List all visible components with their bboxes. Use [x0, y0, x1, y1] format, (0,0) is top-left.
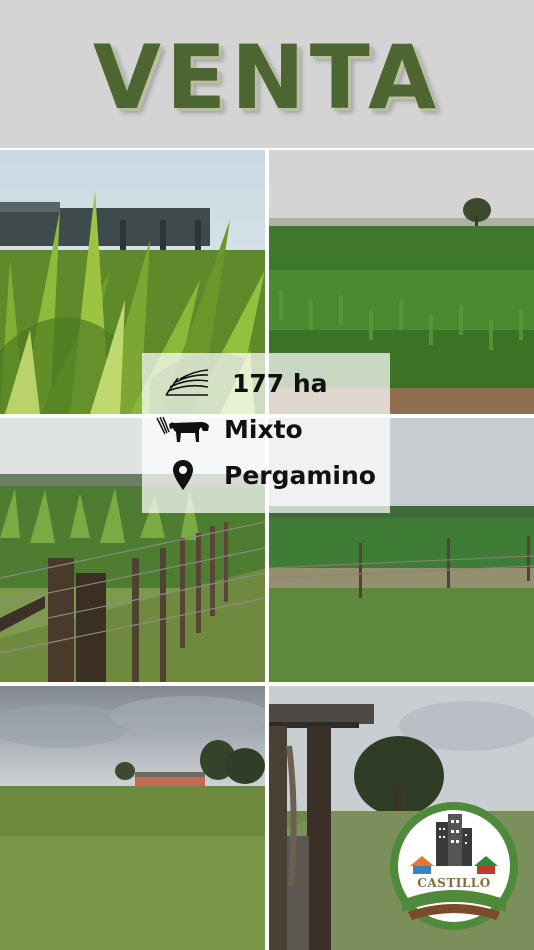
castillo-logo: CASTILLO [388, 800, 520, 932]
info-row-location: Pergamino [142, 453, 390, 497]
logo-text: CASTILLO [417, 876, 491, 890]
location-value: Pergamino [224, 460, 376, 490]
header-banner: VENTA [0, 0, 534, 148]
buildings-houses-icon [390, 802, 518, 930]
field-rows-icon [142, 361, 232, 405]
info-row-type: Mixto [142, 407, 390, 451]
page-title: VENTA [92, 25, 442, 129]
cow-icon [142, 407, 224, 451]
location-pin-icon [142, 453, 224, 497]
info-panel: 177 ha Mixto Pergamino [142, 353, 390, 513]
photo-pasture-trees [0, 686, 265, 950]
type-value: Mixto [224, 414, 303, 444]
info-row-area: 177 ha [142, 361, 390, 405]
area-value: 177 ha [232, 368, 328, 398]
